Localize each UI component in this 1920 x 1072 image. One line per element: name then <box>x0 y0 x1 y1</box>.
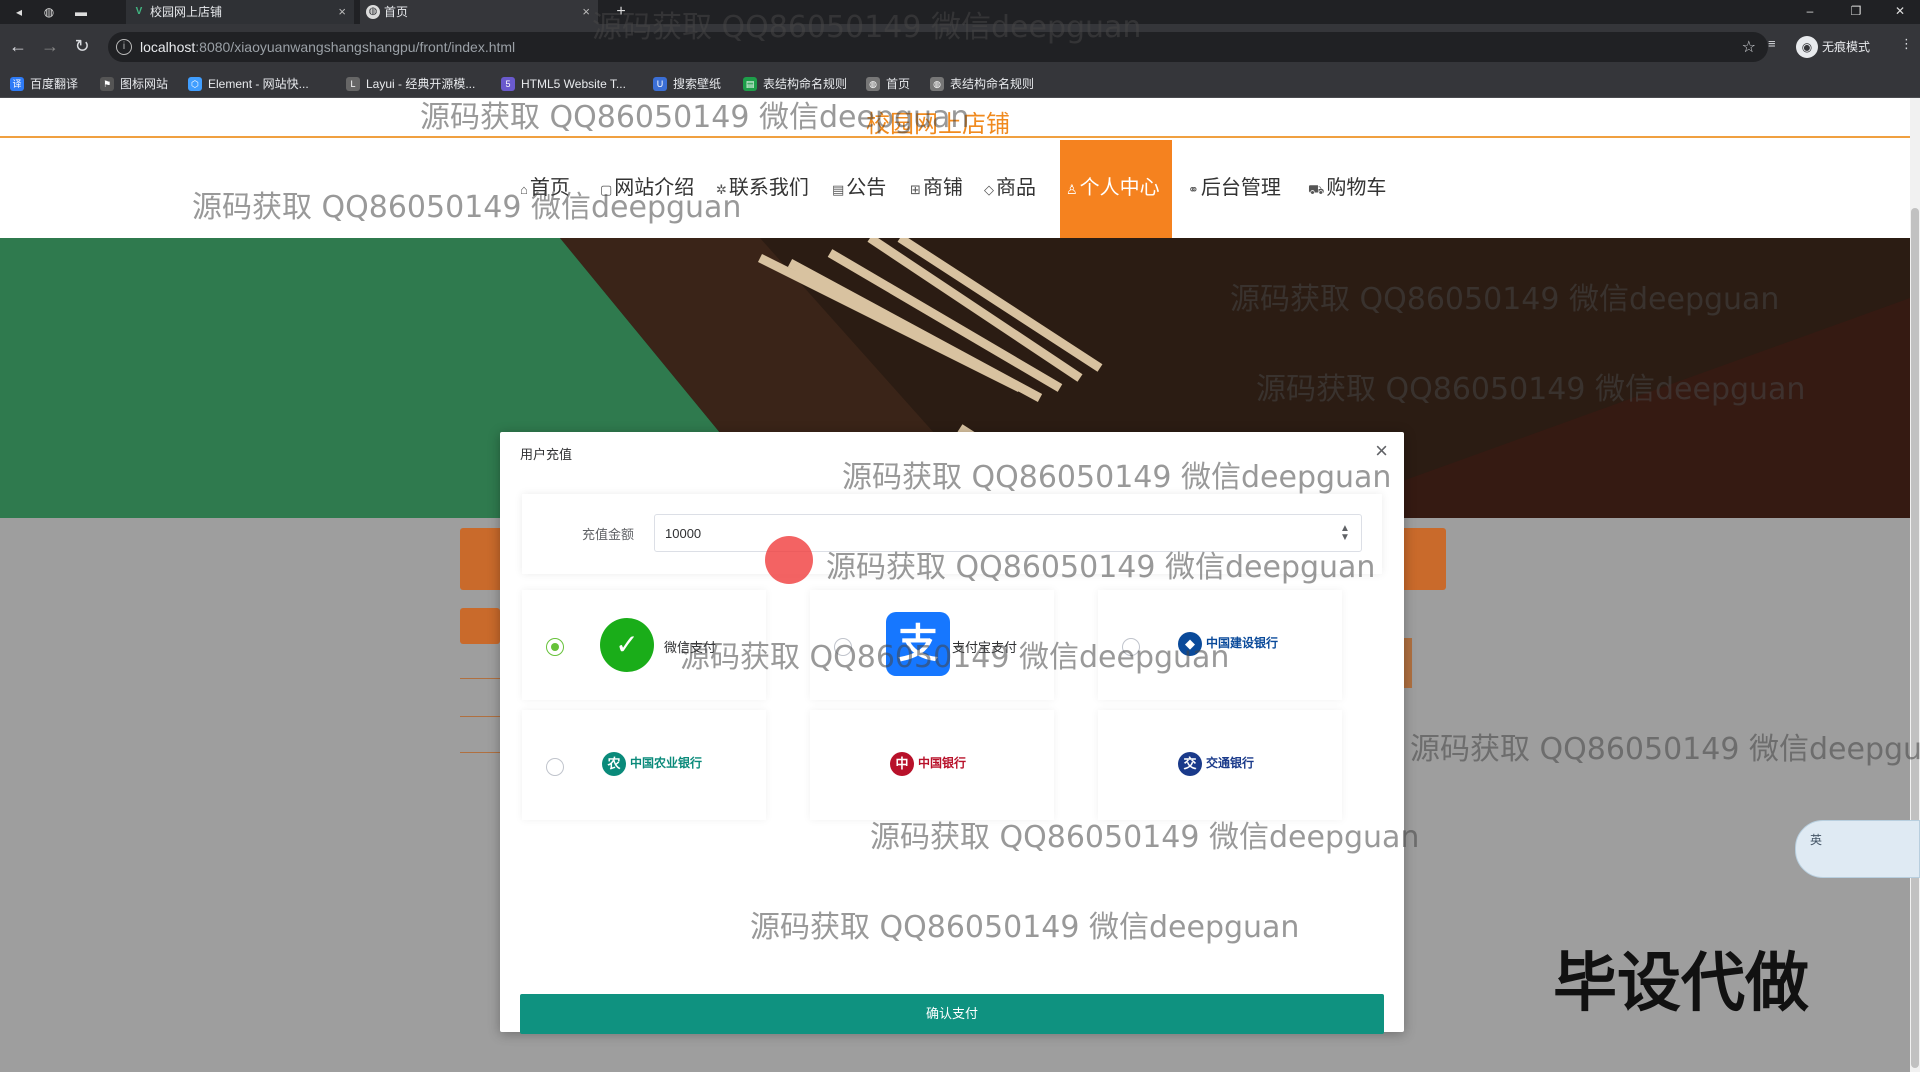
url-text[interactable]: localhost:8080/xiaoyuanwangshangshangpu/… <box>140 39 515 55</box>
minimize-icon[interactable]: – <box>1790 0 1830 24</box>
payment-option-bocom[interactable]: 交交通银行 <box>1098 710 1342 820</box>
tab-home[interactable]: ◍ 首页 × <box>360 0 598 24</box>
bookmark-item[interactable]: ⚑ 图标网站 <box>100 76 168 92</box>
link-icon: ⚭ <box>1188 182 1199 197</box>
dialog-title: 用户充值 <box>520 447 573 462</box>
bookmark-item[interactable]: ⬡ Element - 网站快... <box>188 76 309 92</box>
watermark: 源码获取 QQ86050149 微信deepguan <box>1256 372 1806 407</box>
abc-icon: 农 <box>602 752 626 776</box>
watermark: 源码获取 QQ86050149 微信deepguan <box>1230 282 1780 317</box>
nav-shops[interactable]: ⊞ 商铺 <box>910 140 963 238</box>
nav-cart[interactable]: ⛟ 购物车 <box>1308 140 1386 238</box>
back-icon[interactable]: ← <box>6 34 30 58</box>
payment-option-boc[interactable]: 中中国银行 <box>810 710 1054 820</box>
menu-icon[interactable]: ⋮ <box>1900 36 1913 52</box>
sheet-icon: ▤ <box>743 77 757 91</box>
reading-list-icon[interactable]: ≡ <box>1768 36 1776 51</box>
globe-icon[interactable]: ◍ <box>40 3 58 21</box>
ime-mode-label: 英 <box>1810 833 1823 847</box>
radio-button[interactable] <box>546 638 564 656</box>
watermark: 源码获取 QQ86050149 微信deepguan <box>750 910 1300 945</box>
nav-admin[interactable]: ⚭ 后台管理 <box>1188 140 1281 238</box>
close-tab-icon[interactable]: × <box>582 0 590 24</box>
element-icon: ⬡ <box>188 77 202 91</box>
layui-icon: L <box>346 77 360 91</box>
notice-icon: ▤ <box>832 182 845 197</box>
vue-icon: V <box>135 6 143 17</box>
globe-icon: ◍ <box>866 77 880 91</box>
close-tab-icon[interactable]: × <box>338 0 346 24</box>
watermark: 源码获取 QQ86050149 微信deepguan <box>192 190 742 225</box>
close-window-icon[interactable]: ✕ <box>1880 0 1920 24</box>
payment-option-abc[interactable]: 农中国农业银行 <box>522 710 766 820</box>
amount-label: 充值金额 <box>582 527 635 542</box>
tab-shop[interactable]: V 校园网上店铺 × <box>126 0 354 24</box>
divider <box>460 678 500 679</box>
watermark: 源码获取 QQ86050149 微信deepguan <box>592 10 1142 45</box>
flag-icon: ⚑ <box>100 77 114 91</box>
bookmark-item[interactable]: 译百度翻译 <box>10 76 78 92</box>
background-side-tab <box>460 608 500 644</box>
bookmark-star-icon[interactable]: ☆ <box>1742 37 1756 57</box>
scrollbar-thumb[interactable] <box>1911 208 1919 1068</box>
window-icon[interactable]: ▬ <box>72 3 90 21</box>
nav-notice[interactable]: ▤ 公告 <box>832 140 886 238</box>
bookmark-item[interactable]: ◍ 首页 <box>866 76 910 92</box>
incognito-icon: ◉ <box>1796 36 1818 58</box>
forward-icon[interactable]: → <box>38 34 62 58</box>
confirm-pay-button[interactable]: 确认支付 <box>520 994 1384 1034</box>
divider <box>460 716 500 717</box>
overlay-caption: 毕设代做 <box>1553 947 1809 1021</box>
tab-title: 首页 <box>384 5 409 19</box>
globe-icon: ◍ <box>930 77 944 91</box>
globe-icon: ◍ <box>366 5 380 19</box>
boc-logo: 中中国银行 <box>890 752 966 778</box>
translate-icon: 译 <box>10 77 24 91</box>
watermark: 源码获取 QQ86050149 微信deepguan <box>420 100 970 135</box>
audio-icon[interactable]: ◂ <box>10 3 28 21</box>
nav-products[interactable]: ◇ 商品 <box>984 140 1036 238</box>
bookmark-item[interactable]: ▤ 表结构命名规则 <box>743 76 847 92</box>
html5-icon: 5 <box>501 77 515 91</box>
reload-icon[interactable]: ↻ <box>70 34 94 58</box>
wechat-pay-icon: ✓ <box>600 618 654 672</box>
watermark: 源码获取 QQ86050149 微信deepguan <box>870 820 1420 855</box>
divider <box>1404 638 1412 688</box>
bookmark-item[interactable]: L Layui - 经典开源模... <box>346 76 475 92</box>
number-stepper-icon[interactable]: ▲ ▼ <box>1340 524 1350 543</box>
wallpaper-icon: U <box>653 77 667 91</box>
restore-icon[interactable]: ❐ <box>1836 0 1876 24</box>
tab-title: 校园网上店铺 <box>150 5 223 19</box>
bookmark-item[interactable]: 5 HTML5 Website T... <box>501 76 626 92</box>
watermark: 源码获取 QQ86050149 微信deepguan <box>1410 732 1920 767</box>
nav-user-center[interactable]: ♙ 个人中心 <box>1060 140 1172 238</box>
watermark: 源码获取 QQ86050149 微信deepguan <box>680 640 1230 675</box>
watermark: 源码获取 QQ86050149 微信deepguan <box>826 550 1376 585</box>
cursor-indicator <box>765 536 813 584</box>
user-icon: ♙ <box>1066 182 1078 197</box>
radio-button[interactable] <box>546 758 564 776</box>
incognito-indicator[interactable]: ◉ 无痕模式 <box>1796 36 1870 58</box>
bookmark-item[interactable]: U 搜索壁纸 <box>653 76 721 92</box>
abc-logo: 农中国农业银行 <box>602 752 702 778</box>
info-icon[interactable]: i <box>116 39 132 55</box>
watermark: 源码获取 QQ86050149 微信deepguan <box>842 460 1392 495</box>
tag-icon: ◇ <box>984 182 994 197</box>
shop-icon: ⊞ <box>910 182 921 197</box>
bookmark-item[interactable]: ◍ 表结构命名规则 <box>930 76 1034 92</box>
bocom-icon: 交 <box>1178 752 1202 776</box>
ime-floating-widget[interactable]: 英 <box>1795 820 1920 878</box>
cart-icon: ⛟ <box>1308 182 1325 197</box>
boc-icon: 中 <box>890 752 914 776</box>
divider <box>460 752 500 753</box>
bocom-logo: 交交通银行 <box>1178 752 1254 778</box>
